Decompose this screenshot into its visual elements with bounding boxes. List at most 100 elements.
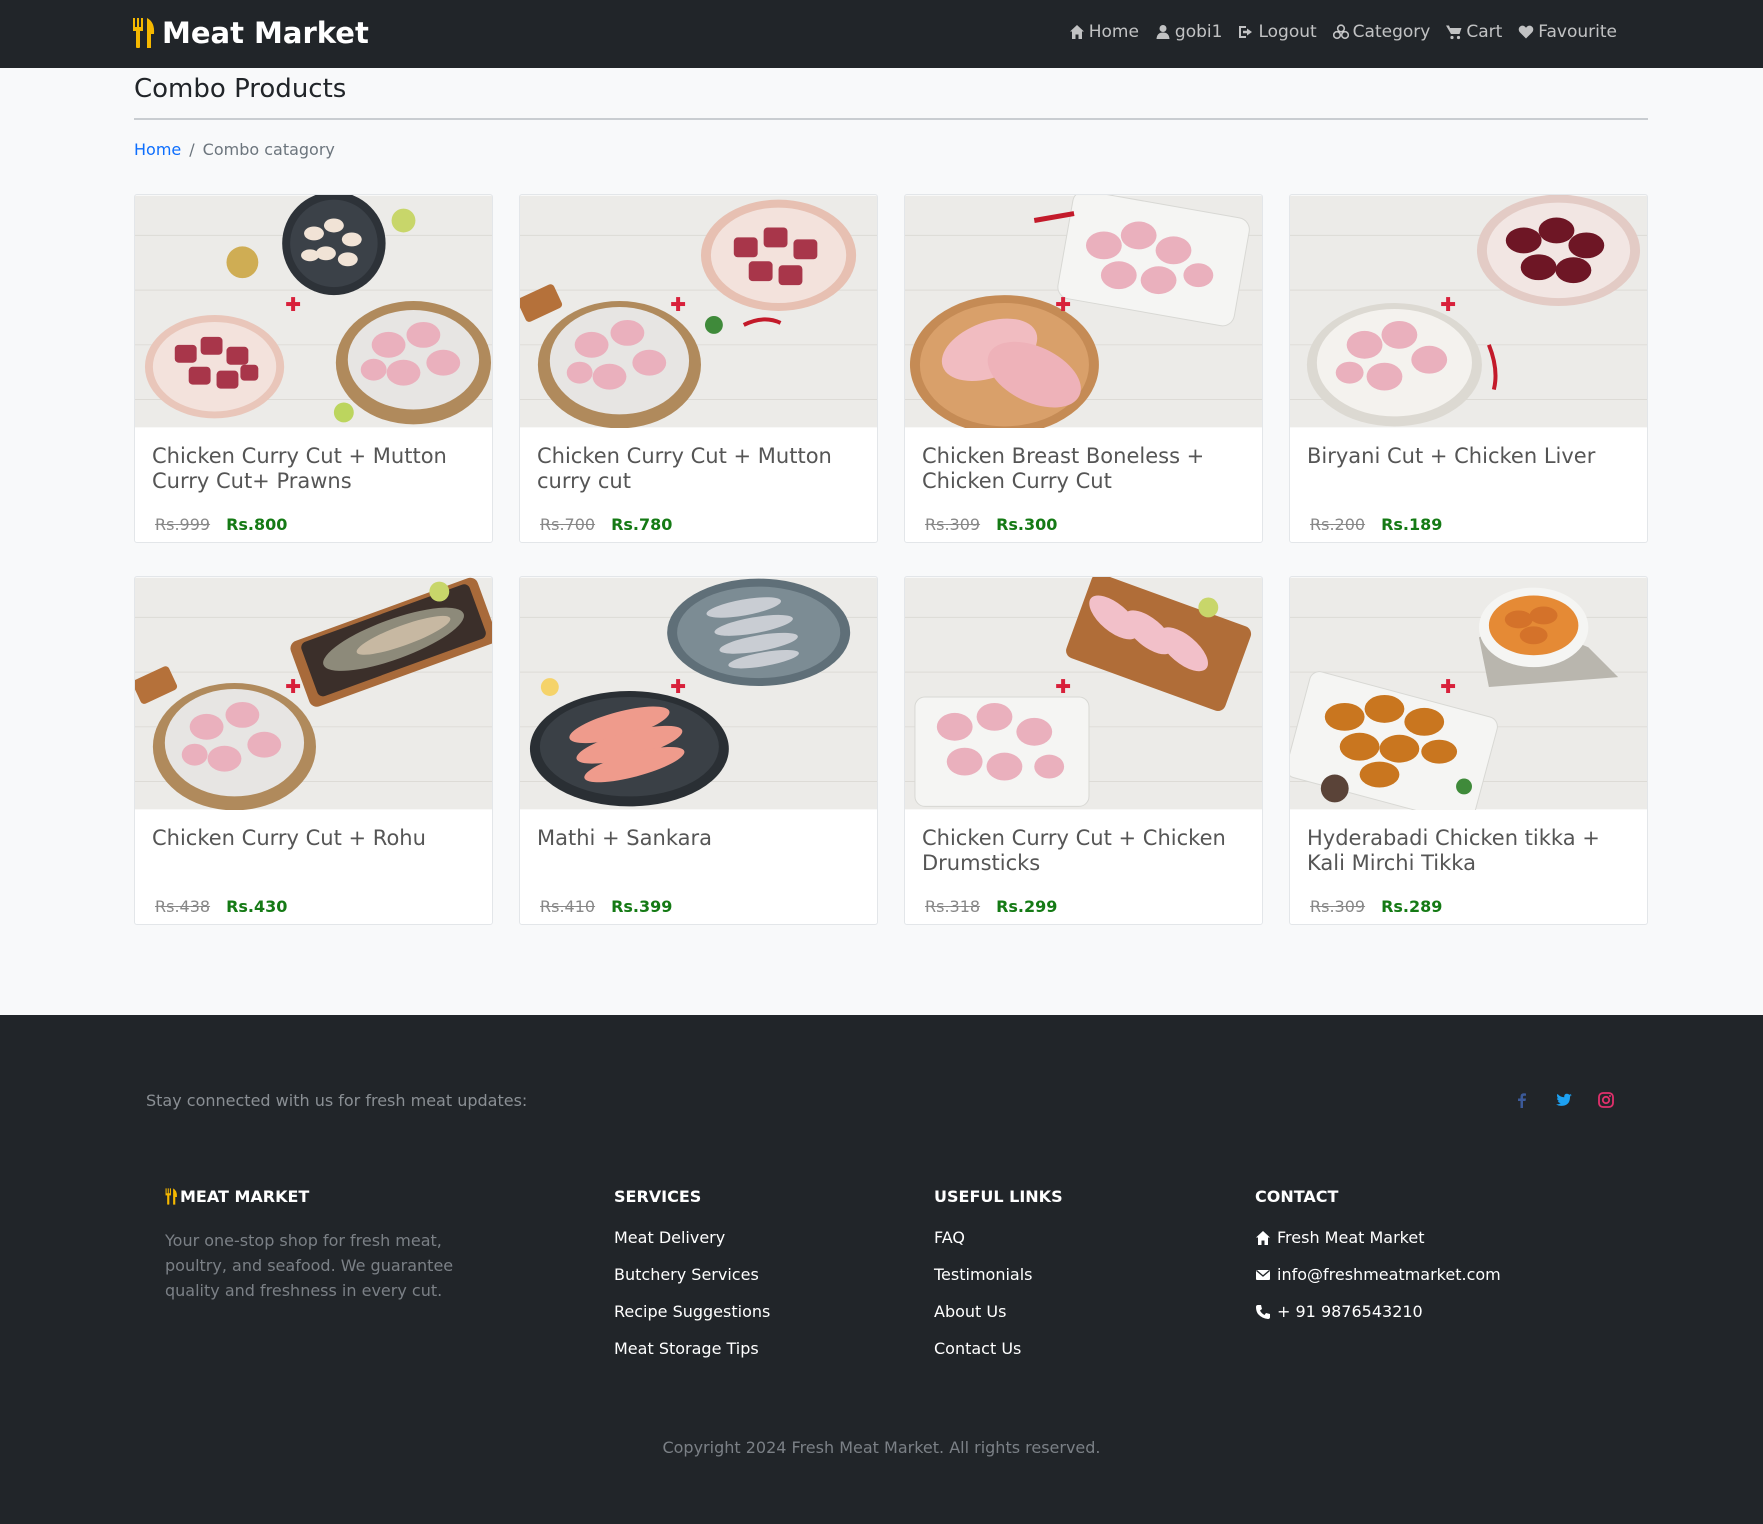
nav-favourite[interactable]: Favourite [1518,22,1617,42]
instagram-icon[interactable] [1597,1091,1615,1109]
nav-favourite-label: Favourite [1538,22,1617,42]
social-links [1513,1091,1615,1109]
product-image [905,195,1262,428]
cart-icon [1446,25,1462,40]
heart-icon [1519,25,1534,39]
card-body: Chicken Breast Boneless + Chicken Curry … [905,428,1262,542]
card-body: Biryani Cut + Chicken Liver Rs.200 Rs.18… [1290,428,1647,542]
card-body: Chicken Curry Cut + Mutton curry cut Rs.… [520,428,877,542]
title-divider [134,118,1648,120]
old-price: Rs.999 [155,515,211,534]
product-image [1290,195,1647,428]
current-price: Rs.289 [1381,897,1443,916]
product-card[interactable]: Chicken Breast Boneless + Chicken Curry … [904,194,1263,543]
product-title: Chicken Curry Cut + Rohu [152,826,426,850]
product-title: Mathi + Sankara [537,826,712,850]
utensils-icon [133,18,155,48]
price-row: Rs.438 Rs.430 [155,897,287,916]
price-row: Rs.309 Rs.300 [925,515,1057,534]
footer-link-recipe-suggestions[interactable]: Recipe Suggestions [614,1302,770,1321]
twitter-icon[interactable] [1555,1091,1573,1109]
nav-category-label: Category [1352,22,1431,42]
card-body: Mathi + Sankara Rs.410 Rs.399 [520,810,877,924]
price-row: Rs.309 Rs.289 [1310,897,1442,916]
footer-link-meat-delivery[interactable]: Meat Delivery [614,1228,770,1247]
current-price: Rs.800 [226,515,288,534]
nav-home[interactable]: Home [1069,22,1139,42]
navbar: Meat Market Home gobi1 Logout Category C… [0,0,1763,68]
home-icon [1256,1230,1270,1245]
product-image [135,577,492,810]
product-card[interactable]: Chicken Curry Cut + Mutton Curry Cut+ Pr… [134,194,493,543]
breadcrumb: Home / Combo catagory [134,140,335,159]
stay-connected-text: Stay connected with us for fresh meat up… [146,1091,528,1110]
footer-useful-links-column: USEFUL LINKS FAQ Testimonials About Us C… [934,1187,1063,1376]
nav-home-label: Home [1088,22,1139,42]
current-price: Rs.189 [1381,515,1443,534]
card-body: Chicken Curry Cut + Chicken Drumsticks R… [905,810,1262,924]
footer-link-about-us[interactable]: About Us [934,1302,1063,1321]
footer-brand-column: MEAT MARKET Your one-stop shop for fresh… [165,1187,505,1303]
product-grid: Chicken Curry Cut + Mutton Curry Cut+ Pr… [134,194,1648,925]
product-title: Hyderabadi Chicken tikka + Kali Mirchi T… [1307,826,1600,875]
nav-user[interactable]: gobi1 [1155,22,1222,42]
breadcrumb-home[interactable]: Home [134,140,181,159]
product-card[interactable]: Mathi + Sankara Rs.410 Rs.399 [519,576,878,925]
footer-link-butchery-services[interactable]: Butchery Services [614,1265,770,1284]
footer-link-testimonials[interactable]: Testimonials [934,1265,1063,1284]
footer: Stay connected with us for fresh meat up… [0,1015,1763,1524]
product-card[interactable]: Chicken Curry Cut + Rohu Rs.438 Rs.430 [134,576,493,925]
facebook-icon[interactable] [1513,1091,1531,1109]
footer-link-meat-storage-tips[interactable]: Meat Storage Tips [614,1339,770,1358]
product-image [1290,577,1647,810]
main-content: Combo Products Home / Combo catagory Chi… [0,68,1763,966]
contact-email[interactable]: info@freshmeatmarket.com [1255,1265,1501,1284]
price-row: Rs.999 Rs.800 [155,515,287,534]
contact-heading: CONTACT [1255,1187,1339,1206]
home-icon [1069,25,1084,39]
current-price: Rs.300 [996,515,1058,534]
copyright-text: Copyright 2024 Fresh Meat Market. All ri… [662,1438,1101,1457]
nav-cart-label: Cart [1466,22,1503,42]
product-title: Chicken Breast Boneless + Chicken Curry … [922,444,1205,493]
product-card[interactable]: Chicken Curry Cut + Mutton curry cut Rs.… [519,194,878,543]
card-body: Chicken Curry Cut + Mutton Curry Cut+ Pr… [135,428,492,542]
brand-name: Meat Market [162,16,369,50]
nav-category[interactable]: Category [1332,22,1431,42]
phone-icon [1256,1304,1270,1319]
product-card[interactable]: Chicken Curry Cut + Chicken Drumsticks R… [904,576,1263,925]
brand-link[interactable]: Meat Market [132,16,369,50]
footer-brand-heading: MEAT MARKET [165,1187,505,1206]
breadcrumb-current: Combo catagory [202,140,335,159]
logout-icon [1239,26,1253,38]
contact-name: Fresh Meat Market [1255,1228,1501,1247]
price-row: Rs.700 Rs.780 [540,515,672,534]
contact-phone-text: + 91 9876543210 [1277,1302,1423,1321]
old-price: Rs.700 [540,515,596,534]
product-title: Chicken Curry Cut + Chicken Drumsticks [922,826,1226,875]
product-image [905,577,1262,810]
footer-link-contact-us[interactable]: Contact Us [934,1339,1063,1358]
product-image [520,577,877,810]
product-card[interactable]: Biryani Cut + Chicken Liver Rs.200 Rs.18… [1289,194,1648,543]
old-price: Rs.410 [540,897,596,916]
contact-name-text: Fresh Meat Market [1277,1228,1425,1247]
nav-cart[interactable]: Cart [1446,22,1502,42]
category-icon [1332,24,1349,40]
footer-brand-name: MEAT MARKET [180,1187,310,1206]
nav-logout-label: Logout [1258,22,1317,42]
footer-link-faq[interactable]: FAQ [934,1228,1063,1247]
current-price: Rs.780 [611,515,673,534]
services-heading: SERVICES [614,1187,702,1206]
user-icon [1156,25,1170,39]
envelope-icon [1256,1269,1270,1280]
nav-logout[interactable]: Logout [1238,22,1317,42]
price-row: Rs.318 Rs.299 [925,897,1057,916]
product-title: Chicken Curry Cut + Mutton curry cut [537,444,832,493]
product-card[interactable]: Hyderabadi Chicken tikka + Kali Mirchi T… [1289,576,1648,925]
current-price: Rs.430 [226,897,288,916]
contact-phone[interactable]: + 91 9876543210 [1255,1302,1501,1321]
old-price: Rs.438 [155,897,211,916]
useful-links-heading: USEFUL LINKS [934,1187,1063,1206]
page-title: Combo Products [134,74,347,104]
